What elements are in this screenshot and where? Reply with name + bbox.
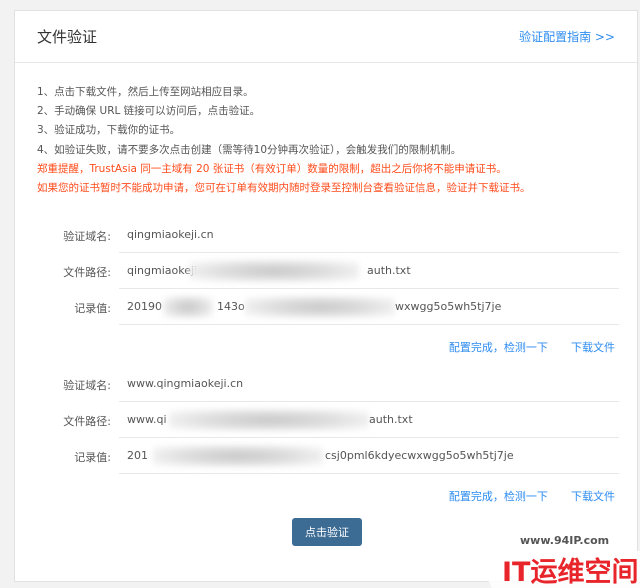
panel-title: 文件验证: [37, 28, 98, 46]
download-file-link[interactable]: 下载文件: [571, 490, 615, 503]
domain-label: 验证域名:: [63, 230, 111, 243]
instruction-line: 1、点击下载文件，然后上传至网站相应目录。: [37, 86, 254, 98]
record-value-suffix: csj0pml6kdyecwxwgg5o5wh5tj7je: [325, 449, 514, 462]
redaction-blur: [153, 445, 323, 467]
path-field: qingmiaokeji auth.txt: [119, 254, 619, 289]
domain-value: www.qingmiaokeji.cn: [127, 377, 244, 390]
redaction-blur: [169, 409, 369, 431]
record-value-mid: 143o: [217, 300, 245, 313]
redaction-blur: [163, 296, 213, 318]
config-check-link[interactable]: 配置完成，检测一下: [449, 341, 548, 354]
record-actions: 配置完成，检测一下 下载文件: [449, 485, 615, 504]
path-value-suffix: auth.txt: [367, 264, 411, 277]
submit-verify-button[interactable]: 点击验证: [292, 518, 362, 546]
panel-header: 文件验证 验证配置指南 >>: [15, 11, 637, 63]
warning-line: 如果您的证书暂时不能成功申请，您可在订单有效期内随时登录至控制台查看验证信息，验…: [37, 182, 531, 195]
domain-label: 验证域名:: [63, 379, 111, 392]
record-field: 201 csj0pml6kdyecwxwgg5o5wh5tj7je: [119, 439, 619, 474]
verification-guide-link[interactable]: 验证配置指南 >>: [519, 28, 615, 45]
watermark-brand: IT运维空间: [502, 556, 638, 588]
path-row: 文件路径: www.qi auth.txt: [15, 403, 637, 439]
instructions-list: 1、点击下载文件，然后上传至网站相应目录。 2、手动确保 URL 链接可以访问后…: [37, 83, 627, 198]
path-value-suffix: auth.txt: [369, 413, 413, 426]
domain-field: qingmiaokeji.cn: [119, 218, 619, 253]
record-field: 20190 143o wxwgg5o5wh5tj7je: [119, 290, 619, 325]
record-label: 记录值:: [74, 451, 111, 464]
record-label: 记录值:: [74, 302, 111, 315]
watermark-logo: IT运维空间: [474, 551, 640, 588]
instruction-line: 2、手动确保 URL 链接可以访问后，点击验证。: [37, 105, 261, 118]
watermark-url: www.94IP.com: [520, 534, 610, 547]
instruction-line: 4、如验证失败，请不要多次点击创建（需等待10分钟再次验证），会触发我们的限制机…: [37, 143, 462, 156]
domain-value: qingmiaokeji.cn: [127, 228, 214, 241]
warning-line: 郑重提醒，TrustAsia 同一主域有 20 张证书（有效订单）数量的限制，超…: [37, 162, 507, 175]
path-value-prefix: qingmiaokeji: [127, 264, 198, 277]
record-value-suffix: wxwgg5o5wh5tj7je: [395, 300, 502, 313]
domain-row: 验证域名: www.qingmiaokeji.cn: [15, 367, 637, 403]
path-value-prefix: www.qi: [127, 413, 167, 426]
record-actions: 配置完成，检测一下 下载文件: [449, 336, 615, 355]
redaction-blur: [245, 296, 395, 318]
record-row: 记录值: 20190 143o wxwgg5o5wh5tj7je: [15, 290, 637, 326]
domain-field: www.qingmiaokeji.cn: [119, 367, 619, 402]
config-check-link[interactable]: 配置完成，检测一下: [449, 490, 548, 503]
path-label: 文件路径:: [63, 266, 111, 279]
record-row: 记录值: 201 csj0pml6kdyecwxwgg5o5wh5tj7je: [15, 439, 637, 475]
path-label: 文件路径:: [63, 415, 111, 428]
path-row: 文件路径: qingmiaokeji auth.txt: [15, 254, 637, 290]
download-file-link[interactable]: 下载文件: [571, 341, 615, 354]
record-value-prefix: 201: [127, 449, 148, 462]
instruction-line: 3、验证成功，下载你的证书。: [37, 124, 181, 137]
domain-row: 验证域名: qingmiaokeji.cn: [15, 218, 637, 254]
redaction-blur: [189, 260, 359, 282]
record-value-prefix: 20190: [127, 300, 162, 313]
path-field: www.qi auth.txt: [119, 403, 619, 438]
file-verification-panel: 文件验证 验证配置指南 >> 1、点击下载文件，然后上传至网站相应目录。 2、手…: [14, 10, 638, 582]
